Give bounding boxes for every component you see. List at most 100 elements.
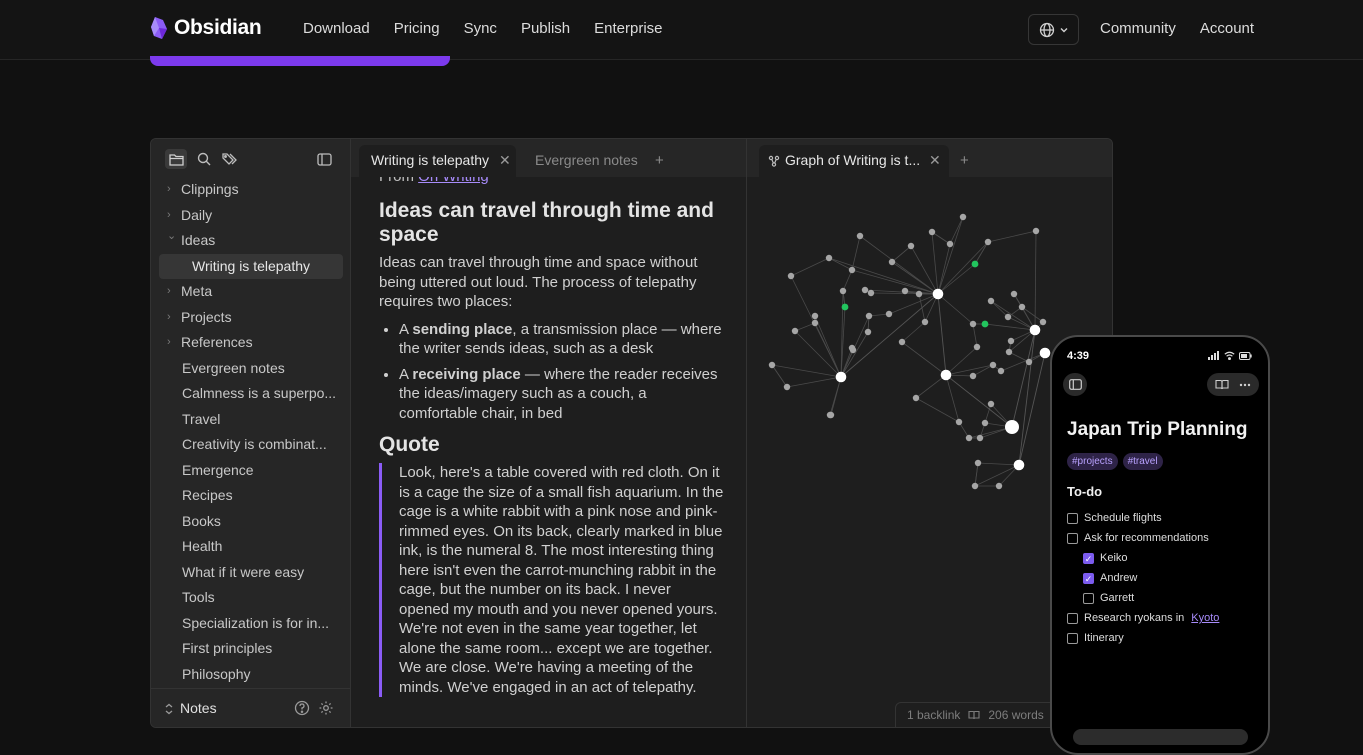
graph-node-hub[interactable] <box>1013 459 1025 471</box>
folder-item[interactable]: › Projects <box>159 305 343 331</box>
graph-node-hub[interactable] <box>932 288 944 300</box>
vault-switcher-icon[interactable] <box>164 703 174 715</box>
close-tab-icon[interactable]: ✕ <box>499 145 511 176</box>
settings-gear-icon[interactable] <box>318 700 334 716</box>
graph-node[interactable] <box>1018 303 1026 311</box>
new-tab-plus-icon[interactable]: + <box>655 152 664 169</box>
chevron-right-icon[interactable]: › <box>167 177 171 202</box>
checkbox[interactable] <box>1067 632 1078 644</box>
graph-node[interactable] <box>995 482 1003 490</box>
nav-link-sync[interactable]: Sync <box>464 20 497 37</box>
file-item[interactable]: Evergreen notes <box>159 356 343 382</box>
nav-link-download[interactable]: Download <box>303 20 370 37</box>
graph-node[interactable] <box>1010 290 1018 298</box>
graph-node[interactable] <box>981 419 989 427</box>
graph-node[interactable] <box>973 343 981 351</box>
folder-item[interactable]: › Daily <box>159 203 343 229</box>
nav-link-publish[interactable]: Publish <box>521 20 570 37</box>
tab-evergreen-notes[interactable]: Evergreen notes <box>523 145 648 177</box>
tags-tab-button[interactable] <box>219 149 241 169</box>
graph-node-hub[interactable] <box>1005 420 1019 434</box>
graph-node[interactable] <box>976 434 984 442</box>
graph-node[interactable] <box>955 418 963 426</box>
graph-node-hub[interactable] <box>1039 347 1051 359</box>
checkbox[interactable] <box>1067 612 1078 624</box>
graph-node[interactable] <box>864 328 872 336</box>
file-item[interactable]: Tools <box>159 585 343 611</box>
checkbox[interactable] <box>1067 532 1078 544</box>
graph-node[interactable] <box>898 338 906 346</box>
source-link[interactable]: On Writing <box>418 177 489 185</box>
file-item[interactable]: Specialization is for in... <box>159 611 343 637</box>
graph-node[interactable] <box>987 297 995 305</box>
graph-node[interactable] <box>1032 227 1040 235</box>
graph-node[interactable] <box>888 258 896 266</box>
collapse-sidebar-button[interactable] <box>313 149 335 169</box>
graph-node[interactable] <box>811 319 819 327</box>
nav-link-enterprise[interactable]: Enterprise <box>594 20 662 37</box>
close-tab-icon[interactable]: ✕ <box>929 145 941 176</box>
checkbox[interactable] <box>1067 512 1078 524</box>
nav-link-community[interactable]: Community <box>1100 20 1176 37</box>
graph-node[interactable] <box>921 318 929 326</box>
file-item-active[interactable]: Writing is telepathy <box>159 253 343 279</box>
graph-node[interactable] <box>969 372 977 380</box>
graph-node[interactable] <box>959 213 967 221</box>
file-item[interactable]: Travel <box>159 407 343 433</box>
graph-node[interactable] <box>997 367 1005 375</box>
file-item[interactable]: Emergence <box>159 458 343 484</box>
graph-node[interactable] <box>839 287 847 295</box>
graph-node[interactable] <box>984 238 992 246</box>
graph-node[interactable] <box>856 232 864 240</box>
folder-item[interactable]: › Clippings <box>159 177 343 203</box>
file-item[interactable]: Creativity is combinat... <box>159 432 343 458</box>
backlink-count[interactable]: 1 backlink <box>907 708 960 722</box>
graph-node[interactable] <box>1039 318 1047 326</box>
file-item[interactable]: Philosophy <box>159 662 343 688</box>
folder-item[interactable]: › References <box>159 330 343 356</box>
graph-node-hub[interactable] <box>940 369 952 381</box>
graph-node-hub[interactable] <box>1029 324 1041 336</box>
graph-node[interactable] <box>1007 337 1015 345</box>
tab-graph[interactable]: Graph of Writing is t... ✕ <box>759 145 949 177</box>
brand-logo[interactable]: Obsidian <box>150 16 262 40</box>
file-item[interactable]: Health <box>159 534 343 560</box>
new-tab-plus-icon[interactable]: + <box>960 152 969 169</box>
graph-node[interactable] <box>971 482 979 490</box>
tag-travel[interactable]: #travel <box>1122 453 1163 470</box>
cta-button-edge[interactable] <box>150 56 450 66</box>
graph-node-hub[interactable] <box>835 371 847 383</box>
graph-node[interactable] <box>825 254 833 262</box>
graph-node[interactable] <box>885 310 893 318</box>
phone-bottom-bar[interactable] <box>1073 729 1248 745</box>
file-item[interactable]: Recipes <box>159 483 343 509</box>
todo-link[interactable]: Kyoto <box>1191 612 1219 624</box>
nav-link-account[interactable]: Account <box>1200 20 1254 37</box>
files-tab-button[interactable] <box>165 149 187 169</box>
graph-node[interactable] <box>787 272 795 280</box>
language-selector[interactable] <box>1028 14 1079 45</box>
tag-projects[interactable]: #projects <box>1067 453 1118 470</box>
graph-node[interactable] <box>861 286 869 294</box>
graph-node[interactable] <box>848 266 856 274</box>
graph-node[interactable] <box>928 228 936 236</box>
chevron-right-icon[interactable]: › <box>167 279 171 304</box>
graph-node[interactable] <box>901 287 909 295</box>
file-item[interactable]: Books <box>159 509 343 535</box>
graph-node-tagged[interactable] <box>981 320 989 328</box>
file-item[interactable]: First principles <box>159 636 343 662</box>
graph-node[interactable] <box>969 320 977 328</box>
graph-node[interactable] <box>865 312 873 320</box>
graph-node[interactable] <box>783 383 791 391</box>
note-editor[interactable]: From On Writing Ideas can travel through… <box>351 177 746 727</box>
tab-writing-is-telepathy[interactable]: Writing is telepathy ✕ <box>359 145 516 177</box>
chevron-down-icon[interactable]: ⌄ <box>167 228 176 249</box>
graph-node[interactable] <box>965 434 973 442</box>
chevron-right-icon[interactable]: › <box>167 203 171 228</box>
graph-node[interactable] <box>848 344 856 352</box>
file-item[interactable]: Calmness is a superpo... <box>159 381 343 407</box>
graph-node[interactable] <box>867 289 875 297</box>
graph-node[interactable] <box>811 312 819 320</box>
folder-item[interactable]: ⌄ Ideas <box>159 228 343 254</box>
graph-node[interactable] <box>989 361 997 369</box>
